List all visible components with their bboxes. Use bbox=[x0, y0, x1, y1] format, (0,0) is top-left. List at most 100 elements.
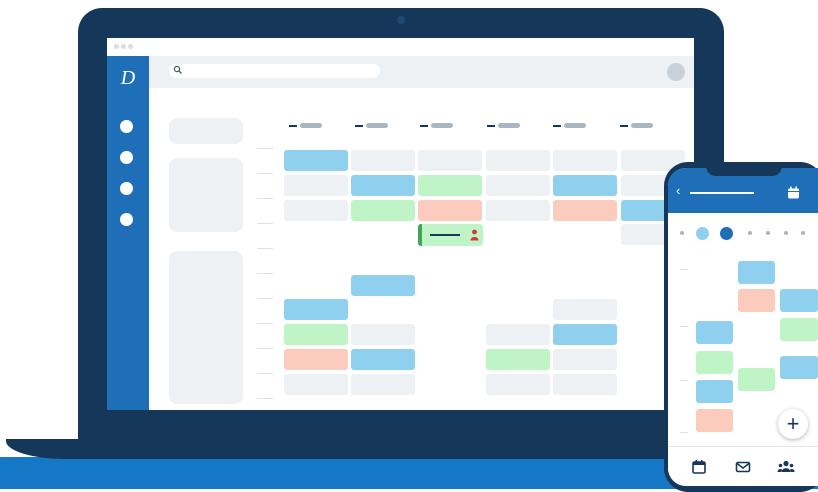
mini-calendar-panel[interactable] bbox=[169, 158, 243, 232]
event-slot[interactable] bbox=[553, 200, 617, 221]
event-slot[interactable] bbox=[553, 299, 617, 320]
event-slot[interactable] bbox=[284, 349, 348, 370]
event-slot[interactable] bbox=[780, 318, 818, 341]
event-slot[interactable] bbox=[696, 351, 733, 374]
date-dot[interactable] bbox=[766, 231, 770, 235]
top-bar bbox=[149, 56, 694, 88]
sidebar-item-2[interactable] bbox=[120, 151, 133, 164]
event-slot[interactable] bbox=[351, 349, 415, 370]
date-dot[interactable] bbox=[784, 231, 788, 235]
calendar-icon[interactable] bbox=[787, 186, 800, 199]
search-input[interactable] bbox=[169, 64, 380, 78]
sidebar-item-3[interactable] bbox=[120, 182, 133, 195]
time-tick bbox=[257, 248, 273, 249]
date-dot[interactable] bbox=[680, 231, 684, 235]
app-logo[interactable]: D bbox=[116, 66, 140, 90]
add-event-button[interactable]: + bbox=[778, 409, 808, 439]
time-tick bbox=[257, 173, 273, 174]
event-title-placeholder bbox=[430, 234, 460, 236]
time-tick bbox=[257, 373, 273, 374]
time-tick bbox=[257, 273, 273, 274]
time-tick bbox=[680, 380, 688, 381]
event-slot[interactable] bbox=[486, 349, 550, 370]
window-dot[interactable] bbox=[128, 44, 133, 49]
event-slot[interactable] bbox=[553, 374, 617, 395]
event-slot[interactable] bbox=[486, 324, 550, 345]
window-dot[interactable] bbox=[114, 44, 119, 49]
time-tick bbox=[257, 223, 273, 224]
event-slot[interactable] bbox=[418, 150, 482, 171]
event-slot[interactable] bbox=[284, 175, 348, 196]
day-header[interactable] bbox=[289, 123, 323, 129]
time-tick bbox=[257, 348, 273, 349]
time-tick bbox=[257, 198, 273, 199]
phone-notch bbox=[706, 162, 782, 176]
day-header[interactable] bbox=[420, 123, 454, 129]
event-slot[interactable] bbox=[696, 321, 733, 344]
window-titlebar bbox=[107, 38, 694, 56]
team-icon[interactable] bbox=[777, 458, 795, 476]
event-slot[interactable] bbox=[351, 324, 415, 345]
event-slot[interactable] bbox=[284, 374, 348, 395]
time-tick bbox=[257, 148, 273, 149]
sidebar-item-1[interactable] bbox=[120, 120, 133, 133]
time-tick bbox=[257, 323, 273, 324]
laptop-camera bbox=[397, 16, 405, 24]
event-slot[interactable] bbox=[780, 356, 818, 379]
day-header[interactable] bbox=[487, 123, 521, 129]
event-slot[interactable] bbox=[351, 374, 415, 395]
day-header[interactable] bbox=[553, 123, 587, 129]
time-tick bbox=[680, 269, 688, 270]
event-slot[interactable] bbox=[418, 200, 482, 221]
filter-panel[interactable] bbox=[169, 118, 243, 144]
event-slot[interactable] bbox=[696, 380, 733, 403]
event-slot[interactable] bbox=[738, 289, 775, 312]
resources-panel[interactable] bbox=[169, 251, 243, 404]
back-chevron-icon[interactable]: ‹ bbox=[676, 184, 680, 198]
date-dot-today[interactable] bbox=[696, 227, 709, 240]
phone-screen: ‹ + bbox=[668, 168, 818, 486]
event-slot[interactable] bbox=[780, 289, 818, 312]
event-slot[interactable] bbox=[553, 175, 617, 196]
event-slot[interactable] bbox=[284, 200, 348, 221]
event-slot[interactable] bbox=[284, 324, 348, 345]
event-slot[interactable] bbox=[738, 261, 775, 284]
event-slot[interactable] bbox=[553, 324, 617, 345]
phone-title-placeholder bbox=[690, 192, 754, 194]
day-header[interactable] bbox=[620, 123, 654, 129]
date-dot[interactable] bbox=[748, 231, 752, 235]
event-slot[interactable] bbox=[553, 150, 617, 171]
event-slot[interactable] bbox=[284, 299, 348, 320]
event-slot[interactable] bbox=[486, 150, 550, 171]
search-icon bbox=[173, 65, 182, 74]
event-slot[interactable] bbox=[486, 200, 550, 221]
time-tick bbox=[680, 326, 688, 327]
event-slot[interactable] bbox=[351, 200, 415, 221]
event-slot[interactable] bbox=[553, 349, 617, 370]
avatar[interactable] bbox=[667, 63, 685, 81]
date-dot-selected[interactable] bbox=[720, 227, 733, 240]
laptop-screen: D bbox=[107, 38, 694, 410]
event-slot[interactable] bbox=[486, 175, 550, 196]
event-slot[interactable] bbox=[738, 368, 775, 391]
day-header[interactable] bbox=[355, 123, 389, 129]
calendar-icon[interactable] bbox=[690, 458, 708, 476]
laptop-base bbox=[6, 439, 739, 459]
event-slot[interactable] bbox=[486, 374, 550, 395]
event-slot[interactable] bbox=[284, 150, 348, 171]
time-tick bbox=[257, 398, 273, 399]
time-tick bbox=[680, 432, 688, 433]
event-slot[interactable] bbox=[351, 175, 415, 196]
dragged-event[interactable] bbox=[418, 224, 483, 246]
event-slot[interactable] bbox=[351, 150, 415, 171]
mail-icon[interactable] bbox=[734, 458, 752, 476]
event-color-bar bbox=[418, 224, 422, 246]
date-dot[interactable] bbox=[801, 231, 805, 235]
sidebar: D bbox=[107, 56, 149, 410]
time-tick bbox=[257, 298, 273, 299]
window-dot[interactable] bbox=[121, 44, 126, 49]
sidebar-item-4[interactable] bbox=[120, 213, 133, 226]
event-slot[interactable] bbox=[351, 275, 415, 296]
event-slot[interactable] bbox=[696, 409, 733, 432]
event-slot[interactable] bbox=[418, 175, 482, 196]
